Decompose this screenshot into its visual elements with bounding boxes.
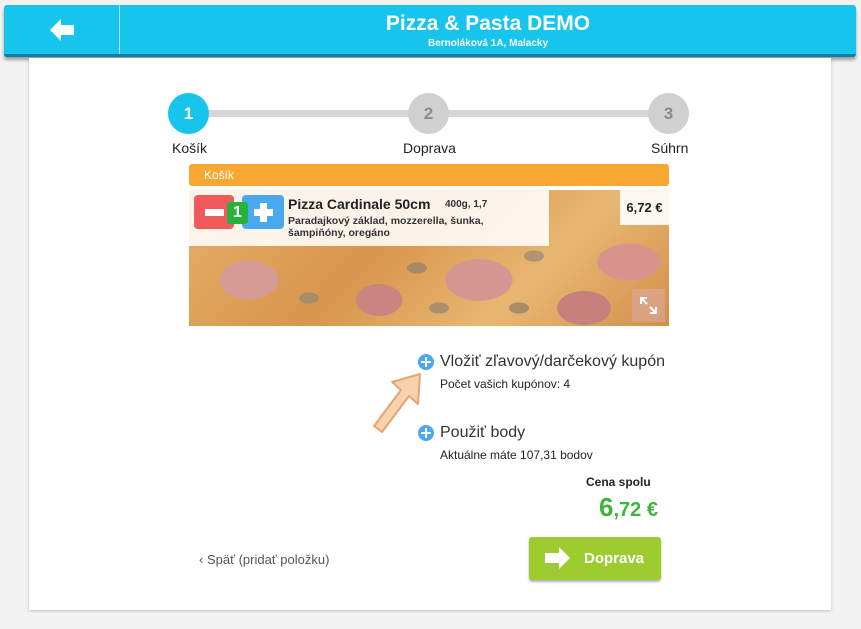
restaurant-address: Bernoláková 1A, Malacky (427, 38, 549, 49)
header-bar: Pizza & Pasta DEMO Bernoláková 1A, Malac… (4, 5, 856, 57)
use-points-link[interactable]: Použiť body (418, 424, 525, 442)
product-price: 6,72 € (620, 190, 669, 225)
product-name: Pizza Cardinale 50cm (288, 196, 431, 212)
arrow-left-icon (49, 18, 74, 41)
plus-circle-icon (418, 425, 434, 441)
step-connector (208, 110, 412, 117)
add-coupon-link[interactable]: Vložiť zľavový/darčekový kupón (418, 353, 665, 371)
arrow-right-icon (545, 547, 570, 569)
total-label: Cena spolu (586, 475, 651, 489)
step-3-label: Súhrn (651, 140, 689, 156)
back-button[interactable] (4, 5, 120, 54)
minus-icon (204, 208, 224, 216)
step-3-circle: 3 (648, 93, 689, 134)
back-add-item-link[interactable]: ‹ Späť (pridať položku) (199, 552, 329, 567)
step-1-label: Košík (172, 140, 208, 156)
restaurant-title: Pizza & Pasta DEMO (385, 12, 591, 35)
product-meta: 400g, 1,7 (445, 199, 488, 210)
step-1-circle: 1 (168, 93, 209, 134)
plus-icon-bar (260, 203, 267, 222)
plus-circle-icon (418, 354, 434, 370)
increase-quantity-button[interactable] (242, 195, 284, 229)
expand-arrows-icon (640, 297, 657, 314)
use-points-label: Použiť body (440, 424, 526, 441)
points-balance: Aktuálne máte 107,31 bodov (440, 448, 593, 462)
step-2-label: Doprava (403, 140, 456, 156)
back-add-item-label: Späť (pridať položku) (206, 552, 330, 567)
next-shipping-button[interactable]: Doprava (529, 537, 661, 580)
step-2-circle: 2 (408, 93, 449, 134)
total-price: 6,72 € (599, 492, 658, 523)
expand-icon[interactable] (632, 289, 665, 322)
cart-item: 1 Pizza Cardinale 50cm 400g, 1,7 Paradaj… (189, 190, 669, 326)
coupon-count: Počet vašich kupónov: 4 (440, 377, 571, 391)
next-shipping-label: Doprava (584, 550, 645, 567)
quantity-value: 1 (227, 202, 248, 224)
chevron-left-icon: ‹ (199, 552, 204, 567)
add-coupon-label: Vložiť zľavový/darčekový kupón (440, 353, 665, 370)
step-connector (448, 110, 652, 117)
cart-heading: Košík (189, 164, 669, 186)
total-price-integer: 6 (599, 492, 614, 522)
total-price-decimal: ,72 € (613, 499, 658, 521)
product-description: Paradajkový základ, mozzerella, šunka, š… (288, 215, 484, 239)
